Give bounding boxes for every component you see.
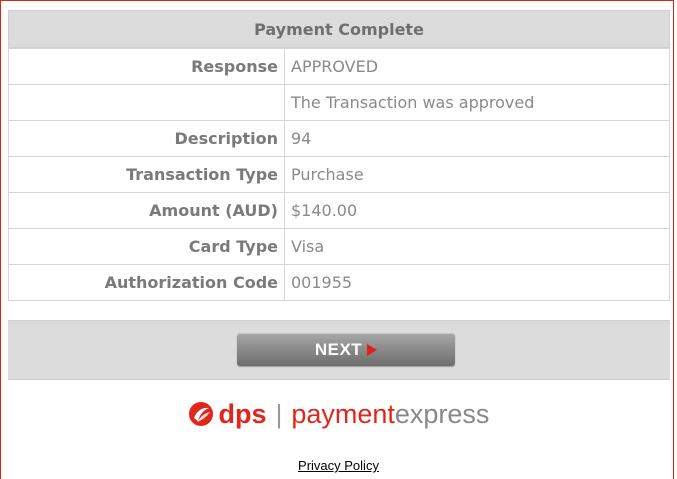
table-row: Amount (AUD) $140.00 bbox=[8, 192, 670, 229]
transaction-type-label: Transaction Type bbox=[8, 156, 285, 193]
logo-separator: | bbox=[275, 398, 283, 429]
logo-express-text: express bbox=[394, 398, 490, 429]
play-arrow-icon bbox=[367, 343, 378, 356]
authorization-code-label: Authorization Code bbox=[8, 264, 285, 301]
page-header: Payment Complete bbox=[8, 10, 670, 48]
logo-payment-text: payment bbox=[291, 398, 395, 429]
next-button[interactable]: NEXT bbox=[237, 333, 455, 366]
response-message-value: The Transaction was approved bbox=[284, 84, 670, 121]
action-bar: NEXT bbox=[8, 320, 670, 380]
amount-label: Amount (AUD) bbox=[8, 192, 285, 229]
dps-swirl-logo-icon bbox=[188, 401, 214, 427]
table-row: Card Type Visa bbox=[8, 228, 670, 265]
card-type-label: Card Type bbox=[8, 228, 285, 265]
response-value: APPROVED bbox=[284, 48, 670, 85]
transaction-details-table: Response APPROVED The Transaction was ap… bbox=[8, 48, 670, 301]
description-value: 94 bbox=[284, 120, 670, 157]
authorization-code-value: 001955 bbox=[284, 264, 670, 301]
amount-value: $140.00 bbox=[284, 192, 670, 229]
table-row: The Transaction was approved bbox=[8, 84, 670, 121]
transaction-type-value: Purchase bbox=[284, 156, 670, 193]
next-button-label: NEXT bbox=[314, 339, 363, 359]
table-row: Authorization Code 001955 bbox=[8, 264, 670, 301]
response-label: Response bbox=[8, 48, 285, 85]
logo-dps-text: dps bbox=[218, 398, 267, 429]
table-row: Response APPROVED bbox=[8, 48, 670, 85]
payment-express-logo: dps | payment express bbox=[0, 392, 677, 436]
table-row: Transaction Type Purchase bbox=[8, 156, 670, 193]
privacy-policy-link[interactable]: Privacy Policy bbox=[0, 458, 677, 473]
page-title: Payment Complete bbox=[254, 19, 424, 39]
card-type-value: Visa bbox=[284, 228, 670, 265]
response-message-label bbox=[8, 84, 285, 121]
table-row: Description 94 bbox=[8, 120, 670, 157]
description-label: Description bbox=[8, 120, 285, 157]
